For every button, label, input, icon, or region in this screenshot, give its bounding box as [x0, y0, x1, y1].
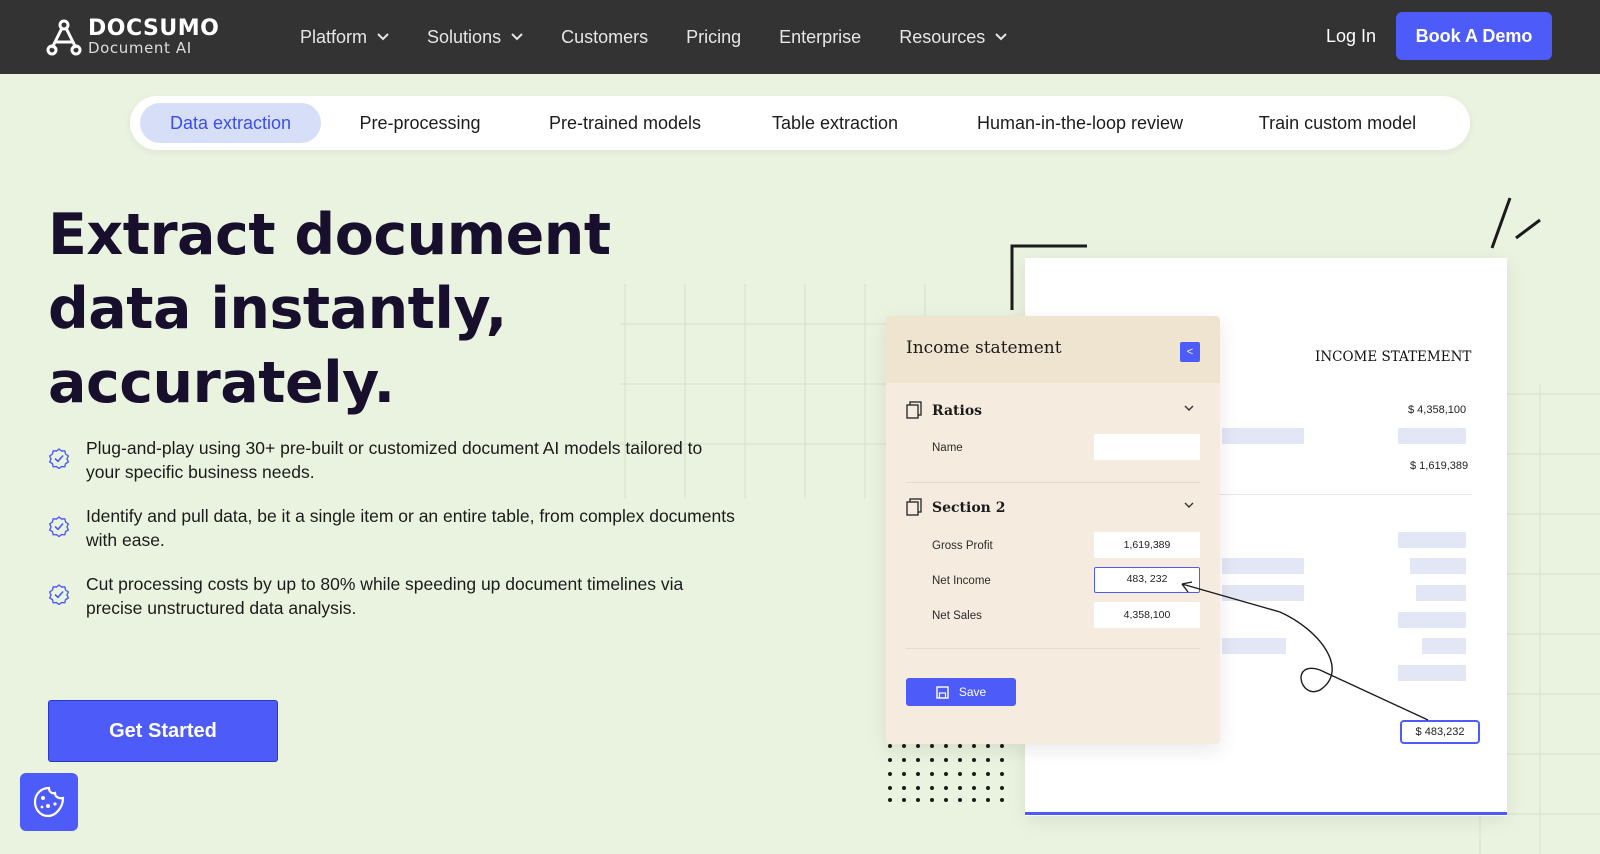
placeholder-bar [1422, 638, 1466, 654]
verified-badge-icon [48, 448, 70, 469]
net-income-field[interactable]: 483, 232 [1094, 567, 1200, 593]
chevron-down-icon[interactable] [1184, 502, 1194, 509]
extraction-panel: Income statement < Ratios Name Section 2… [886, 316, 1220, 744]
document-icon [906, 401, 922, 419]
name-field[interactable] [1094, 434, 1200, 460]
nav-item-label: Enterprise [779, 26, 862, 47]
placeholder-bar [1398, 665, 1466, 681]
placeholder-bar [1398, 612, 1466, 628]
nav-item-resources[interactable]: Resources [899, 27, 1007, 48]
feature-tabs: Data extraction Pre-processing Pre-train… [130, 96, 1470, 150]
placeholder-bar [1222, 585, 1304, 601]
nav-item-pricing[interactable]: Pricing [686, 27, 741, 48]
nav-item-label: Pricing [686, 26, 742, 47]
sparkle-lines [1490, 197, 1541, 249]
document-amount: $ 1,619,389 [1410, 460, 1469, 472]
tab-train-custom-model[interactable]: Train custom model [1235, 103, 1440, 143]
feature-bullets: Plug-and-play using 30+ pre-built or cus… [48, 436, 738, 640]
top-navigation-bar: DOCSUMO Document AI Platform Solutions C… [0, 0, 1600, 74]
gross-profit-field[interactable]: 1,619,389 [1094, 532, 1200, 558]
verified-badge-icon [48, 584, 70, 605]
feature-bullet: Plug-and-play using 30+ pre-built or cus… [48, 436, 738, 484]
chevron-down-icon [511, 33, 523, 41]
panel-divider [906, 482, 1200, 483]
hero-heading-line: accurately. [48, 350, 395, 416]
chevron-down-icon [377, 33, 389, 41]
decorative-dots [888, 744, 1004, 802]
bullet-text: Plug-and-play using 30+ pre-built or cus… [86, 438, 703, 482]
main-menu: Platform Solutions Customers Pricing Ent… [300, 0, 1045, 74]
hero-heading-line: data instantly, [48, 276, 507, 342]
chevron-down-icon[interactable] [1184, 405, 1194, 412]
nav-item-enterprise[interactable]: Enterprise [779, 27, 861, 48]
get-started-button[interactable]: Get Started [48, 700, 278, 762]
cookie-icon [33, 786, 65, 818]
docsumo-logo-icon [46, 19, 82, 56]
nav-item-label: Customers [561, 26, 649, 47]
brand-subtitle: Document AI [88, 39, 192, 57]
document-amount: $ 4,358,100 [1408, 404, 1467, 416]
field-label-gross-profit: Gross Profit [932, 540, 993, 552]
hero-heading-line: Extract document [48, 202, 611, 268]
placeholder-bar [1222, 428, 1304, 444]
field-label-net-income: Net Income [932, 575, 991, 587]
brand-name: DOCSUMO [88, 16, 220, 41]
verified-badge-icon [48, 516, 70, 537]
net-sales-field[interactable]: 4,358,100 [1094, 602, 1200, 628]
panel-title: Income statement [906, 338, 1062, 358]
document-icon [906, 498, 922, 516]
feature-bullet: Cut processing costs by up to 80% while … [48, 572, 738, 620]
document-title: INCOME STATEMENT [1315, 349, 1472, 365]
save-icon [936, 685, 949, 699]
cookie-settings-button[interactable] [20, 773, 78, 831]
nav-item-customers[interactable]: Customers [561, 27, 648, 48]
placeholder-bar [1410, 558, 1466, 574]
nav-item-label: Resources [899, 26, 986, 47]
field-label-net-sales: Net Sales [932, 610, 982, 622]
bullet-text: Cut processing costs by up to 80% while … [86, 574, 684, 618]
chevron-left-icon: < [1186, 346, 1194, 358]
brand-logo[interactable]: DOCSUMO Document AI [46, 18, 219, 56]
tab-table-extraction[interactable]: Table extraction [750, 103, 920, 143]
section-title-ratios: Ratios [932, 403, 983, 419]
bullet-text: Identify and pull data, be it a single i… [86, 506, 735, 550]
nav-item-solutions[interactable]: Solutions [427, 27, 523, 48]
nav-item-label: Solutions [427, 26, 502, 47]
save-button[interactable]: Save [906, 678, 1016, 706]
feature-bullet: Identify and pull data, be it a single i… [48, 504, 738, 552]
nav-item-label: Platform [300, 26, 368, 47]
collapse-panel-button[interactable]: < [1180, 342, 1200, 362]
save-label: Save [958, 685, 987, 699]
tab-pre-processing[interactable]: Pre-processing [340, 103, 500, 143]
highlighted-amount: $ 483,232 [1400, 720, 1480, 744]
placeholder-bar [1416, 585, 1466, 601]
document-separator [1210, 494, 1472, 495]
book-demo-button[interactable]: Book A Demo [1396, 12, 1552, 60]
field-label-name: Name [932, 442, 963, 454]
placeholder-bar [1398, 532, 1466, 548]
document-accent-line [1025, 812, 1507, 815]
chevron-down-icon [995, 33, 1007, 41]
panel-header: Income statement < [886, 316, 1220, 383]
hero-heading: Extract document data instantly, accurat… [48, 198, 688, 420]
placeholder-bar [1398, 428, 1466, 444]
nav-item-platform[interactable]: Platform [300, 27, 389, 48]
placeholder-bar [1222, 638, 1286, 654]
tab-human-in-the-loop-review[interactable]: Human-in-the-loop review [950, 103, 1210, 143]
tab-pre-trained-models[interactable]: Pre-trained models [530, 103, 720, 143]
login-link[interactable]: Log In [1326, 26, 1376, 47]
placeholder-bar [1222, 558, 1304, 574]
panel-divider [906, 648, 1200, 649]
tab-data-extraction[interactable]: Data extraction [140, 103, 321, 143]
section-title-section-2: Section 2 [932, 500, 1006, 516]
